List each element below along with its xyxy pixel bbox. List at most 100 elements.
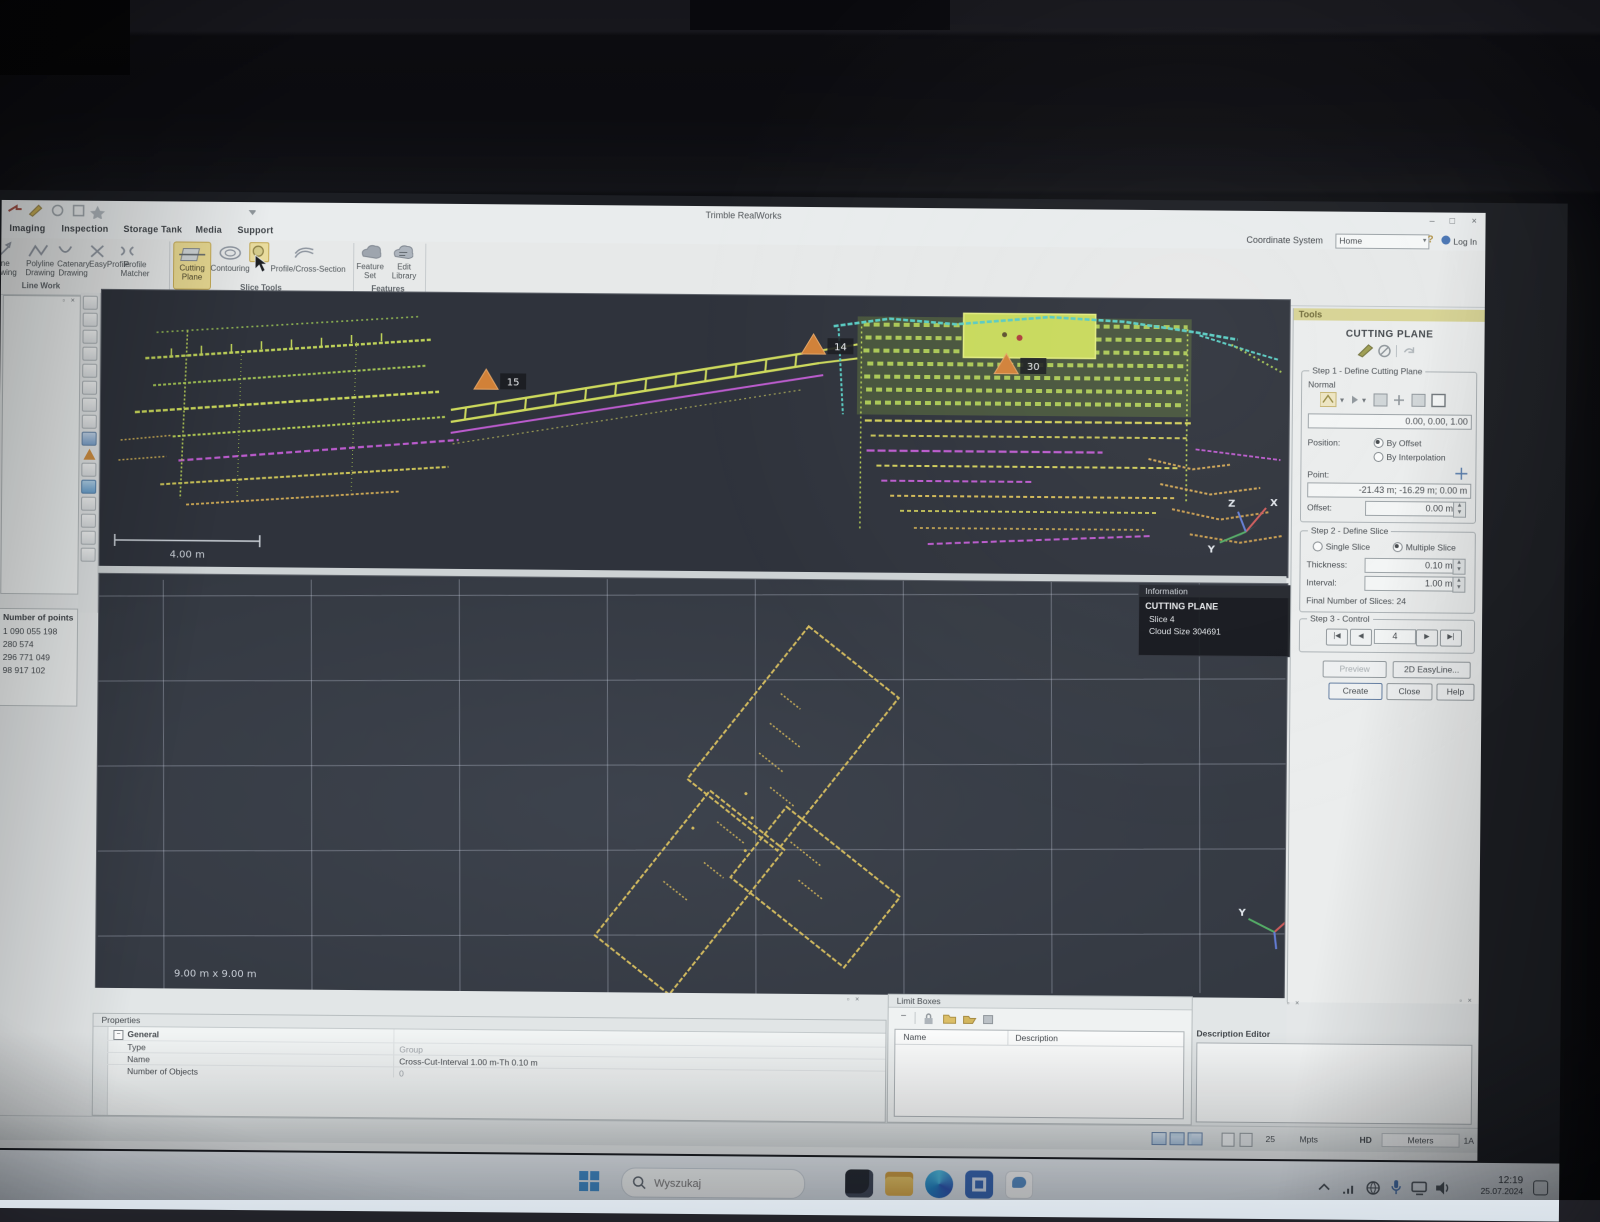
expand-icon[interactable]: − (113, 1030, 123, 1040)
folder-new-icon[interactable] (943, 1012, 957, 1024)
clipboard-icon[interactable] (1221, 1133, 1234, 1147)
catenary-drawing-button[interactable]: Catenary Drawing (57, 260, 89, 277)
toolbar-icon[interactable] (81, 531, 96, 545)
taskbar-app-blue[interactable] (965, 1170, 993, 1198)
taskbar-app-dark[interactable] (845, 1169, 873, 1197)
profile-matcher-button[interactable]: Profile Matcher (119, 261, 151, 278)
interval-input[interactable]: 1.00 m (1364, 576, 1456, 592)
preview-button[interactable]: Preview (1323, 660, 1387, 678)
tools-panel-window-buttons[interactable]: ▫ × (1459, 998, 1474, 1005)
toolbar-icon[interactable] (81, 497, 96, 511)
tab-imaging[interactable]: Imaging (9, 223, 45, 233)
first-slice-button[interactable]: |◀ (1326, 629, 1348, 646)
tab-support[interactable]: Support (237, 225, 273, 235)
contouring-button[interactable]: Contouring (207, 265, 253, 274)
tray-microphone-icon[interactable] (1389, 1179, 1403, 1196)
toolbar-icon[interactable] (82, 364, 97, 378)
view-3d-cross-section[interactable]: 15 14 30 4.00 m (99, 289, 1291, 578)
toolbar-icon[interactable] (82, 330, 97, 344)
next-slice-button[interactable]: ▶ (1416, 629, 1438, 646)
log-in-button[interactable]: Log In (1453, 237, 1477, 247)
thickness-spinner[interactable]: ▲▼ (1452, 559, 1465, 575)
tools-panel-header[interactable]: Tools (1294, 308, 1486, 322)
slice-index-input[interactable]: 4 (1374, 629, 1416, 644)
help-icon[interactable]: ? (1427, 234, 1437, 246)
notification-center-icon[interactable] (1533, 1180, 1548, 1195)
slice-marker-14[interactable]: 14 (801, 334, 853, 354)
view-grid-icon[interactable] (1188, 1132, 1203, 1145)
view-split-icon[interactable] (1170, 1132, 1185, 1145)
maximize-button[interactable]: □ (1450, 216, 1456, 226)
limit-boxes-name-header[interactable]: Name (903, 1032, 926, 1042)
feature-set-button[interactable]: Feature Set (353, 263, 387, 280)
lock-icon[interactable] (923, 1012, 935, 1025)
slice-marker-15[interactable]: 15 (474, 369, 526, 389)
by-interpolation-label[interactable]: By Interpolation (1386, 452, 1445, 463)
taskbar-app-light[interactable] (1005, 1171, 1033, 1199)
cutting-plane-tools-icons[interactable] (1296, 342, 1482, 360)
close-button[interactable]: × (1472, 216, 1477, 226)
windows-start-button[interactable] (579, 1171, 600, 1192)
single-slice-label[interactable]: Single Slice (1326, 542, 1371, 552)
toolbar-icon[interactable] (82, 347, 97, 361)
single-slice-radio[interactable] (1313, 541, 1323, 551)
polyline-drawing-button[interactable]: Polyline Drawing (23, 260, 57, 277)
view-2d-slice[interactable]: 9.00 m x 9.00 m X Y (95, 573, 1289, 1000)
description-editor-box[interactable] (1196, 1042, 1473, 1124)
easyprofile-button[interactable]: EasyProfile (89, 261, 121, 270)
taskbar-edge-browser[interactable] (925, 1170, 953, 1198)
panel-window-buttons[interactable]: ▫ × (62, 297, 77, 304)
project-tree-panel[interactable]: ▫ × (0, 295, 81, 595)
export-box-icon[interactable] (983, 1013, 995, 1025)
toolbar-icon[interactable] (81, 514, 96, 528)
tray-chevron-up-icon[interactable] (1317, 1181, 1331, 1193)
easyline-button[interactable]: 2D EasyLine... (1393, 661, 1471, 679)
point-pick-icon[interactable] (1455, 468, 1467, 480)
limit-boxes-table[interactable]: Name Description (894, 1029, 1185, 1120)
point-input[interactable]: -21.43 m; -16.29 m; 0.00 m (1307, 482, 1471, 498)
by-offset-label[interactable]: By Offset (1387, 438, 1422, 448)
search-input[interactable] (652, 1174, 796, 1195)
toolbar-icon[interactable] (81, 463, 96, 477)
offset-spinner[interactable]: ▲▼ (1453, 502, 1466, 518)
tray-display-icon[interactable] (1411, 1181, 1428, 1195)
quick-access-toolbar[interactable] (6, 202, 266, 220)
tray-globe-icon[interactable] (1365, 1180, 1381, 1196)
toolbar-icon[interactable] (82, 381, 97, 395)
prev-slice-button[interactable]: ◀ (1350, 629, 1372, 646)
toolbar-icon[interactable] (81, 548, 96, 562)
last-slice-button[interactable]: ▶| (1440, 630, 1462, 647)
properties-window-buttons[interactable]: ▫ × (847, 996, 862, 1003)
tray-speaker-icon[interactable] (1435, 1180, 1452, 1195)
thickness-input[interactable]: 0.10 m (1365, 558, 1457, 574)
line-drawing-button[interactable]: Line Drawing (0, 260, 17, 277)
multiple-slice-label[interactable]: Multiple Slice (1406, 542, 1456, 552)
by-interpolation-radio[interactable] (1373, 452, 1383, 462)
tab-inspection[interactable]: Inspection (61, 223, 108, 233)
limit-boxes-header[interactable]: Limit Boxes (889, 995, 1192, 1011)
limit-boxes-window-buttons[interactable]: ▫ × (1287, 1000, 1302, 1007)
tab-media[interactable]: Media (195, 225, 222, 235)
multiple-slice-radio[interactable] (1393, 542, 1403, 552)
profile-cross-section-button[interactable]: Profile/Cross-Section (263, 265, 353, 274)
offset-input[interactable]: 0.00 m (1365, 501, 1457, 517)
toolbar-icon[interactable] (83, 296, 98, 310)
toolbar-icon[interactable] (82, 398, 97, 412)
by-offset-radio[interactable] (1374, 438, 1384, 448)
coordinate-system-select[interactable]: Home ▾ (1335, 234, 1429, 250)
status-units-field[interactable]: Meters (1381, 1133, 1459, 1148)
taskbar-file-explorer[interactable] (885, 1172, 913, 1196)
create-button[interactable]: Create (1328, 683, 1382, 700)
toolbar-icon-warning[interactable] (83, 449, 95, 460)
normal-input[interactable]: 0.00, 0.00, 1.00 (1308, 413, 1472, 429)
toolbar-icon[interactable] (83, 313, 98, 327)
interval-spinner[interactable]: ▲▼ (1452, 577, 1465, 593)
limit-boxes-description-header[interactable]: Description (1015, 1033, 1058, 1043)
help-button[interactable]: Help (1436, 683, 1474, 700)
toolbar-icon[interactable] (82, 415, 97, 429)
view-layout-icon[interactable] (1152, 1132, 1167, 1145)
folder-open-icon[interactable] (963, 1012, 977, 1024)
remove-icon[interactable]: − (901, 1011, 907, 1022)
clipboard-copy-icon[interactable] (1239, 1133, 1252, 1147)
cutting-plane-button[interactable]: Cutting Plane (173, 241, 211, 289)
